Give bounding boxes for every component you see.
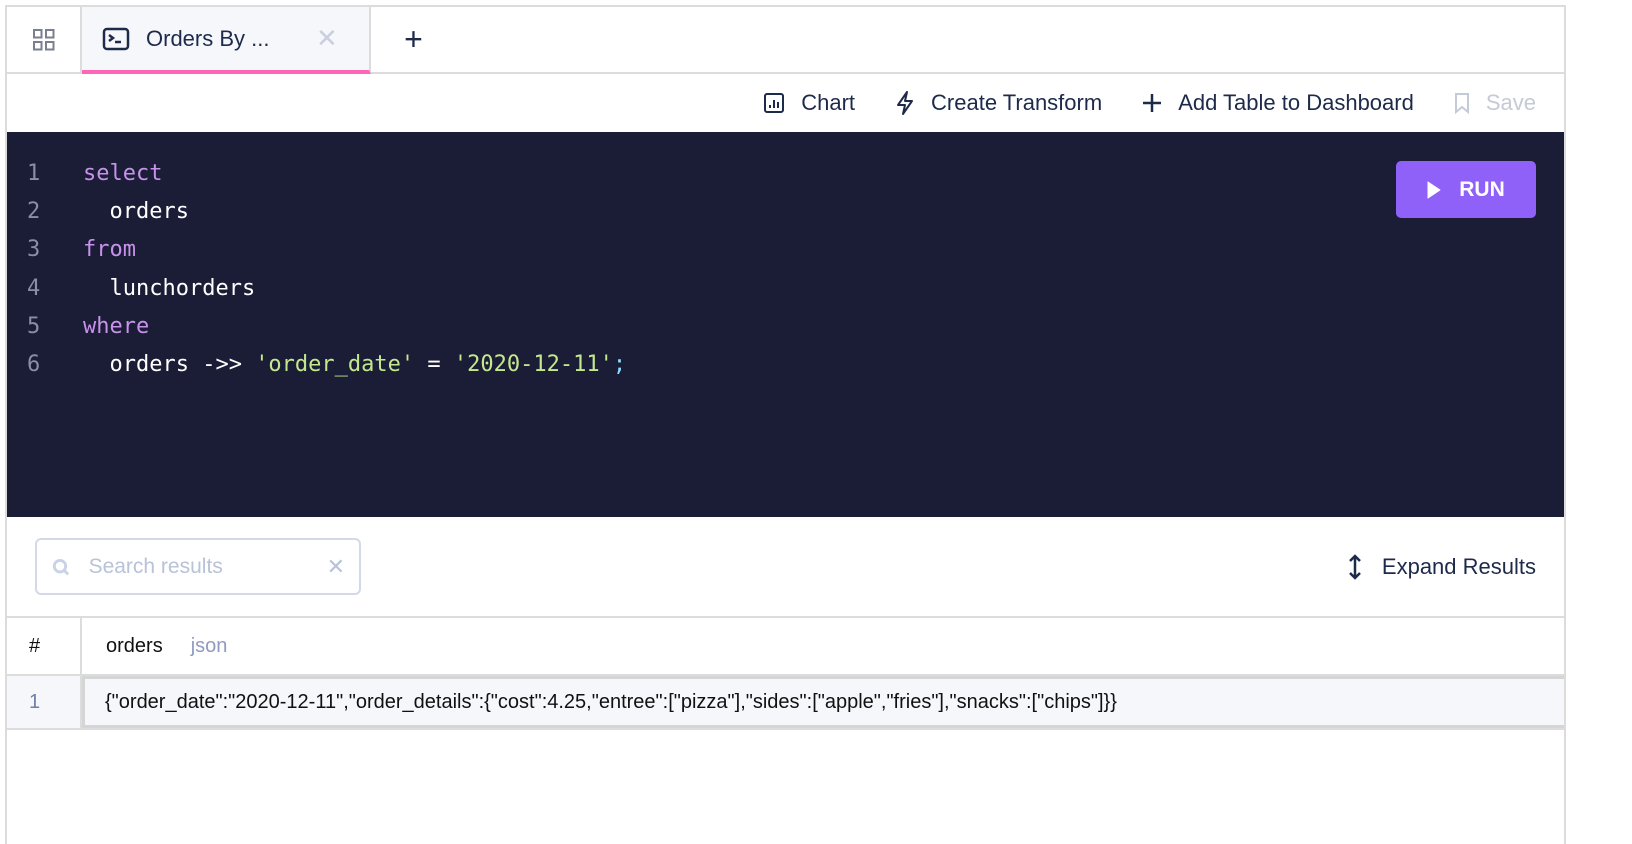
code-text: where (83, 314, 149, 339)
table-row: 1 {"order_date":"2020-12-11","order_deta… (7, 676, 1564, 730)
terminal-icon (102, 27, 130, 50)
grid-icon (32, 28, 54, 50)
code-text: lunchorders (83, 276, 255, 301)
line-number: 4 (27, 275, 41, 301)
table-cell-orders[interactable]: {"order_date":"2020-12-11","order_detail… (82, 676, 1564, 728)
code-text: orders ->> 'order_date' = '2020-12-11'; (83, 352, 626, 377)
chart-button[interactable]: Chart (763, 90, 855, 116)
toolbar: Chart Create Transform Add Table to Dash… (7, 74, 1564, 132)
save-label: Save (1485, 90, 1536, 115)
expand-results-button[interactable]: Expand Results (1348, 554, 1536, 580)
row-number: 1 (7, 676, 82, 728)
chart-icon (764, 93, 785, 113)
add-table-to-dashboard-button[interactable]: Add Table to Dashboard (1142, 90, 1414, 116)
search-icon (52, 558, 70, 575)
column-header-orders[interactable]: orders json (82, 618, 227, 674)
code-token: where (83, 313, 150, 339)
clear-search-icon[interactable]: ✕ (327, 554, 345, 580)
tab-title: Orders By ... (146, 25, 270, 51)
bookmark-icon (1454, 93, 1469, 114)
plus-icon (1143, 94, 1162, 112)
code-line: 3 from (7, 231, 1564, 269)
code-line: 2 orders (7, 192, 1564, 230)
play-icon (1427, 181, 1441, 198)
expand-results-label: Expand Results (1381, 553, 1536, 579)
code-line: 5 where (7, 307, 1564, 345)
code-token: orders ->> (83, 352, 256, 378)
sql-editor[interactable]: 1 select 2 orders 3 from 4 lunchorders 5 where 6… (7, 132, 1564, 517)
code-token: from (83, 237, 136, 263)
all-tabs-button[interactable] (7, 7, 82, 72)
code-token: '2020-12-11' (453, 352, 613, 378)
run-label: RUN (1459, 177, 1505, 201)
column-type: json (190, 634, 228, 657)
code-token: select (83, 160, 163, 186)
line-number: 3 (27, 237, 41, 263)
row-number-header: # (7, 618, 82, 674)
add-table-label: Add Table to Dashboard (1178, 90, 1414, 115)
query-app: Orders By ... ✕ + Chart Create Transform… (5, 5, 1566, 844)
code-text: orders (83, 198, 189, 224)
code-line: 1 select (7, 154, 1564, 192)
new-tab-button[interactable]: + (371, 7, 456, 72)
code-token: ; (612, 352, 627, 378)
save-button[interactable]: Save (1454, 90, 1536, 116)
code-token: = (414, 352, 454, 378)
create-transform-label: Create Transform (931, 90, 1103, 115)
chart-label: Chart (801, 90, 856, 115)
lightning-icon (897, 91, 914, 115)
close-tab-icon[interactable]: ✕ (316, 23, 338, 54)
line-number: 5 (27, 313, 41, 339)
line-number: 2 (27, 198, 41, 224)
code-line: 4 lunchorders (7, 269, 1564, 307)
line-number: 6 (27, 352, 41, 378)
column-name: orders (106, 634, 163, 657)
run-button[interactable]: RUN (1396, 161, 1536, 218)
code-token: lunchorders (83, 275, 256, 301)
code-text: from (83, 237, 136, 262)
results-table-header: # orders json (7, 618, 1564, 676)
code-token: 'order_date' (255, 352, 415, 378)
code-token: orders (83, 198, 189, 224)
code-line: 6 orders ->> 'order_date' = '2020-12-11'… (7, 345, 1564, 383)
line-number: 1 (27, 160, 41, 186)
expand-vertical-icon (1349, 553, 1361, 580)
search-results-field[interactable]: ✕ (35, 538, 361, 595)
tab-bar: Orders By ... ✕ + (7, 7, 1564, 74)
search-results-input[interactable] (88, 554, 309, 579)
tab-orders-by[interactable]: Orders By ... ✕ (82, 7, 371, 74)
create-transform-button[interactable]: Create Transform (895, 90, 1102, 116)
results-toolbar: ✕ Expand Results (7, 517, 1564, 618)
code-text: select (83, 161, 162, 186)
